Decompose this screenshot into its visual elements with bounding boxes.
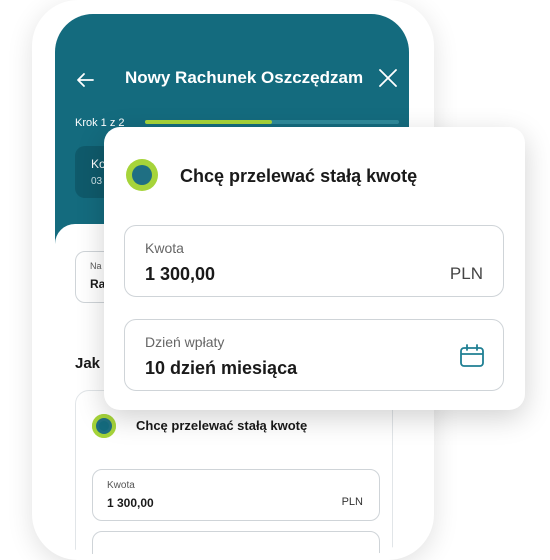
fixed-amount-popup-card: Chcę przelewać stałą kwotę Kwota 1 300,0… [104,127,525,410]
fixed-amount-radio[interactable] [92,414,116,438]
progress-fill [145,120,272,124]
close-button[interactable] [377,67,399,89]
calendar-icon [460,344,484,367]
amount-currency: PLN [341,496,363,508]
payment-day-value: 10 dzień miesiąca [145,358,298,378]
account-name-field-label: Na [90,261,102,271]
page-title: Nowy Rachunek Oszczędzam [125,68,364,87]
fixed-amount-option-label: Chcę przelewać stałą kwotę [180,166,418,186]
fixed-amount-label: Chcę przelewać stałą kwotę [136,418,308,433]
arrow-left-icon [77,73,94,87]
amount-input-label: Kwota [145,240,184,256]
amount-input[interactable]: Kwota 1 300,00 PLN [124,225,504,297]
fixed-amount-radio-selected[interactable] [126,159,158,191]
back-button[interactable] [73,68,97,92]
payment-day-input[interactable]: Dzień wpłaty 10 dzień miesiąca [124,319,504,391]
calendar-button[interactable] [459,344,485,368]
amount-input-value: 1 300,00 [145,264,216,284]
payment-day-field[interactable] [92,531,380,554]
amount-field[interactable]: Kwota 1 300,00 PLN [92,469,380,521]
amount-input-currency: PLN [449,264,483,283]
close-icon [379,69,397,87]
amount-field-value: 1 300,00 [107,496,154,510]
progress-bar [145,120,399,124]
payment-day-label: Dzień wpłaty [145,334,225,350]
amount-field-label: Kwota [107,480,135,491]
fixed-amount-option-card: Chcę przelewać stałą kwotę Kwota 1 300,0… [75,390,393,554]
account-number: 03 [91,176,103,187]
